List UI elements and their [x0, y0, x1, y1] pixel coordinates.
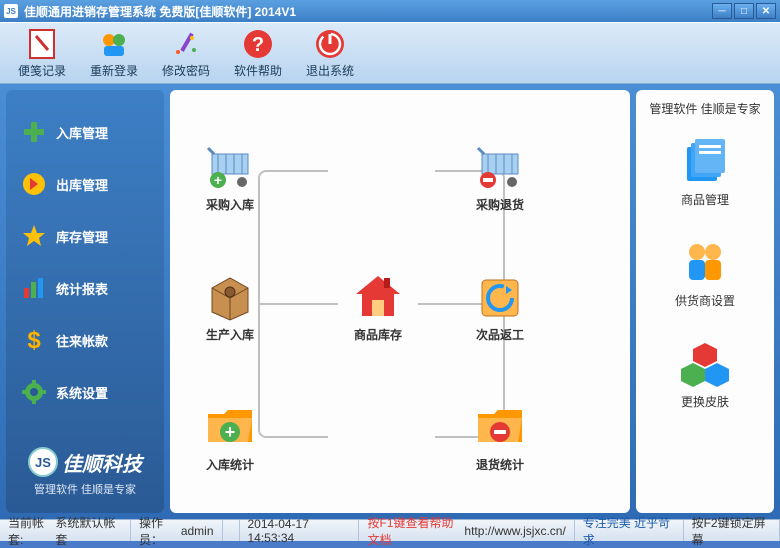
status-spacer [223, 520, 240, 541]
sidebar-item-settings[interactable]: 系统设置 [14, 370, 156, 414]
help-icon: ? [242, 28, 274, 60]
maximize-button[interactable]: □ [734, 3, 754, 19]
main-item-inventory[interactable]: 商品库存 [338, 270, 418, 343]
toolbar: 便笺记录 重新登录 修改密码 ? 软件帮助 退出系统 [0, 22, 780, 84]
plus-icon [22, 120, 46, 144]
status-help: 按F1键查看帮助文档 http://www.jsjxc.cn/ [359, 520, 574, 541]
brand-logo: JS 佳顺科技 [14, 447, 156, 477]
status-slogan: 专注完美 近乎苛求 [575, 520, 684, 541]
right-item-label: 商品管理 [681, 191, 729, 208]
svg-text:+: + [225, 422, 236, 442]
status-lock: 按F2键锁定屏幕 [684, 520, 780, 541]
toolbar-help-button[interactable]: ? 软件帮助 [224, 27, 292, 79]
right-panel-title: 管理软件 佳顺是专家 [649, 100, 760, 117]
arrow-icon [22, 172, 46, 196]
main-item-label: 次品返工 [476, 326, 524, 343]
cubes-icon [681, 339, 729, 387]
exit-icon [314, 28, 346, 60]
sidebar: 入库管理 出库管理 库存管理 统计报表 $ 往来帐款 系统设置 [6, 90, 164, 513]
people-icon [681, 238, 729, 286]
main-item-return-stats[interactable]: 退货统计 [460, 400, 540, 473]
refresh-box-icon [474, 270, 526, 322]
toolbar-password-button[interactable]: 修改密码 [152, 27, 220, 79]
main-item-label: 退货统计 [476, 456, 524, 473]
chart-icon [22, 276, 46, 300]
main-item-label: 入库统计 [206, 456, 254, 473]
svg-text:$: $ [27, 328, 41, 352]
svg-text:+: + [214, 172, 222, 188]
star-icon [22, 224, 46, 248]
main-item-purchase-in[interactable]: + 采购入库 [190, 140, 270, 213]
main-item-in-stats[interactable]: + 入库统计 [190, 400, 270, 473]
main-item-production-in[interactable]: 生产入库 [190, 270, 270, 343]
password-icon [170, 28, 202, 60]
toolbar-exit-button[interactable]: 退出系统 [296, 27, 364, 79]
sidebar-item-label: 往来帐款 [56, 331, 108, 350]
app-icon: JS [4, 4, 18, 18]
gear-icon [22, 380, 46, 404]
close-button[interactable]: ✕ [756, 3, 776, 19]
toolbar-label: 重新登录 [90, 62, 138, 79]
box-icon [204, 270, 256, 322]
connector-line [258, 303, 338, 305]
right-item-suppliers[interactable]: 供货商设置 [675, 238, 735, 309]
sidebar-item-instock[interactable]: 入库管理 [14, 110, 156, 154]
sidebar-item-payments[interactable]: $ 往来帐款 [14, 318, 156, 362]
right-item-products[interactable]: 商品管理 [681, 137, 729, 208]
toolbar-label: 便笺记录 [18, 62, 66, 79]
sidebar-footer: JS 佳顺科技 管理软件 佳顺是专家 [14, 439, 156, 505]
main-item-purchase-return[interactable]: 采购退货 [460, 140, 540, 213]
sidebar-item-label: 入库管理 [56, 123, 108, 142]
right-item-label: 更换皮肤 [681, 393, 729, 410]
relogin-icon [98, 28, 130, 60]
main-item-rework[interactable]: 次品返工 [460, 270, 540, 343]
cart-plus-icon: + [204, 140, 256, 192]
main-item-label: 生产入库 [206, 326, 254, 343]
window-title: 佳顺通用进销存管理系统 免费版[佳顺软件] 2014V1 [24, 3, 712, 20]
toolbar-label: 退出系统 [306, 62, 354, 79]
toolbar-relogin-button[interactable]: 重新登录 [80, 27, 148, 79]
sidebar-item-inventory[interactable]: 库存管理 [14, 214, 156, 258]
books-icon [681, 137, 729, 185]
main-panel: + 采购入库 生产入库 + 入库统计 商品库存 采购退货 [170, 90, 630, 513]
main-item-label: 商品库存 [354, 326, 402, 343]
toolbar-label: 修改密码 [162, 62, 210, 79]
cart-minus-icon [474, 140, 526, 192]
sidebar-item-label: 库存管理 [56, 227, 108, 246]
right-item-skin[interactable]: 更换皮肤 [681, 339, 729, 410]
folder-plus-icon: + [204, 400, 256, 452]
statusbar: 当前帐套:系统默认帐套 操作员：admin 2014-04-17 14:53:3… [0, 519, 780, 541]
dollar-icon: $ [22, 328, 46, 352]
brand-tagline: 管理软件 佳顺是专家 [14, 481, 156, 497]
folder-minus-icon [474, 400, 526, 452]
sidebar-item-label: 统计报表 [56, 279, 108, 298]
minimize-button[interactable]: ─ [712, 3, 732, 19]
help-link[interactable]: http://www.jsjxc.cn/ [464, 524, 565, 538]
svg-text:?: ? [252, 34, 264, 56]
toolbar-note-button[interactable]: 便笺记录 [8, 27, 76, 79]
right-item-label: 供货商设置 [675, 292, 735, 309]
toolbar-label: 软件帮助 [234, 62, 282, 79]
house-icon [352, 270, 404, 322]
sidebar-item-reports[interactable]: 统计报表 [14, 266, 156, 310]
status-operator: 操作员：admin [131, 520, 223, 541]
right-panel: 管理软件 佳顺是专家 商品管理 供货商设置 更换皮肤 [636, 90, 774, 513]
sidebar-item-label: 出库管理 [56, 175, 108, 194]
main-item-label: 采购退货 [476, 196, 524, 213]
sidebar-item-label: 系统设置 [56, 383, 108, 402]
note-icon [26, 28, 58, 60]
status-datetime: 2014-04-17 14:53:34 [240, 520, 360, 541]
status-account: 当前帐套:系统默认帐套 [0, 520, 131, 541]
main-item-label: 采购入库 [206, 196, 254, 213]
sidebar-item-outstock[interactable]: 出库管理 [14, 162, 156, 206]
titlebar: JS 佳顺通用进销存管理系统 免费版[佳顺软件] 2014V1 ─ □ ✕ [0, 0, 780, 22]
